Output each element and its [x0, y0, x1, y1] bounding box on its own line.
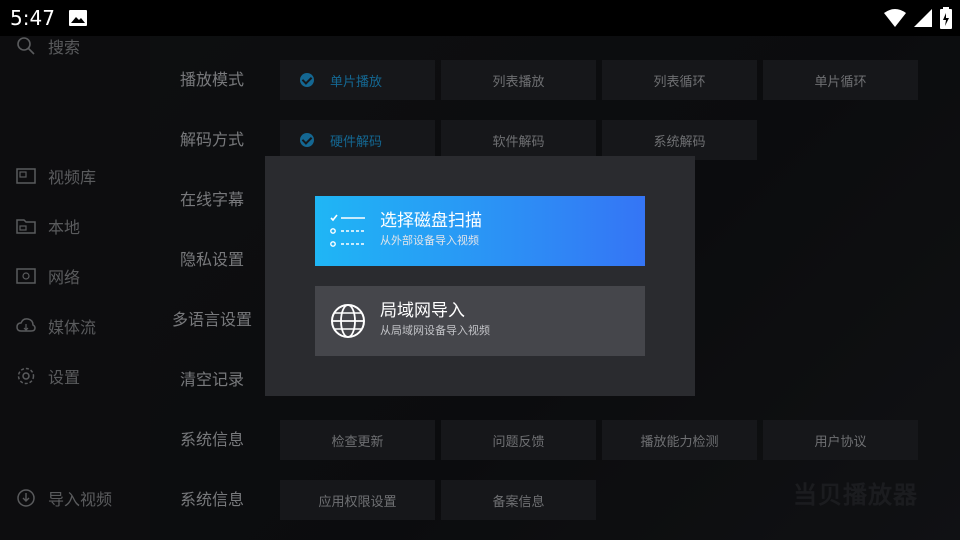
wifi-icon	[884, 9, 906, 27]
battery-icon	[940, 7, 952, 29]
import-modal: 选择磁盘扫描 从外部设备导入视频 局域网导入 从局域网设备导入视频	[265, 156, 695, 396]
lan-import-title: 局域网导入	[380, 301, 465, 321]
lan-import-option[interactable]: 局域网导入 从局域网设备导入视频	[315, 286, 645, 356]
lan-import-text: 局域网导入 从局域网设备导入视频	[380, 300, 490, 340]
status-bar: 5:47	[0, 0, 960, 36]
lan-import-subtitle: 从局域网设备导入视频	[380, 324, 490, 337]
status-time: 5:47	[10, 6, 55, 30]
list-scan-icon	[330, 214, 365, 247]
disk-scan-option[interactable]: 选择磁盘扫描 从外部设备导入视频	[315, 196, 645, 266]
disk-scan-subtitle: 从外部设备导入视频	[380, 234, 479, 247]
status-icons	[884, 7, 952, 29]
globe-icon	[331, 304, 365, 338]
disk-scan-text: 选择磁盘扫描 从外部设备导入视频	[380, 210, 482, 250]
signal-icon	[914, 9, 932, 27]
disk-scan-title: 选择磁盘扫描	[380, 211, 482, 231]
image-notification-icon	[69, 10, 87, 26]
